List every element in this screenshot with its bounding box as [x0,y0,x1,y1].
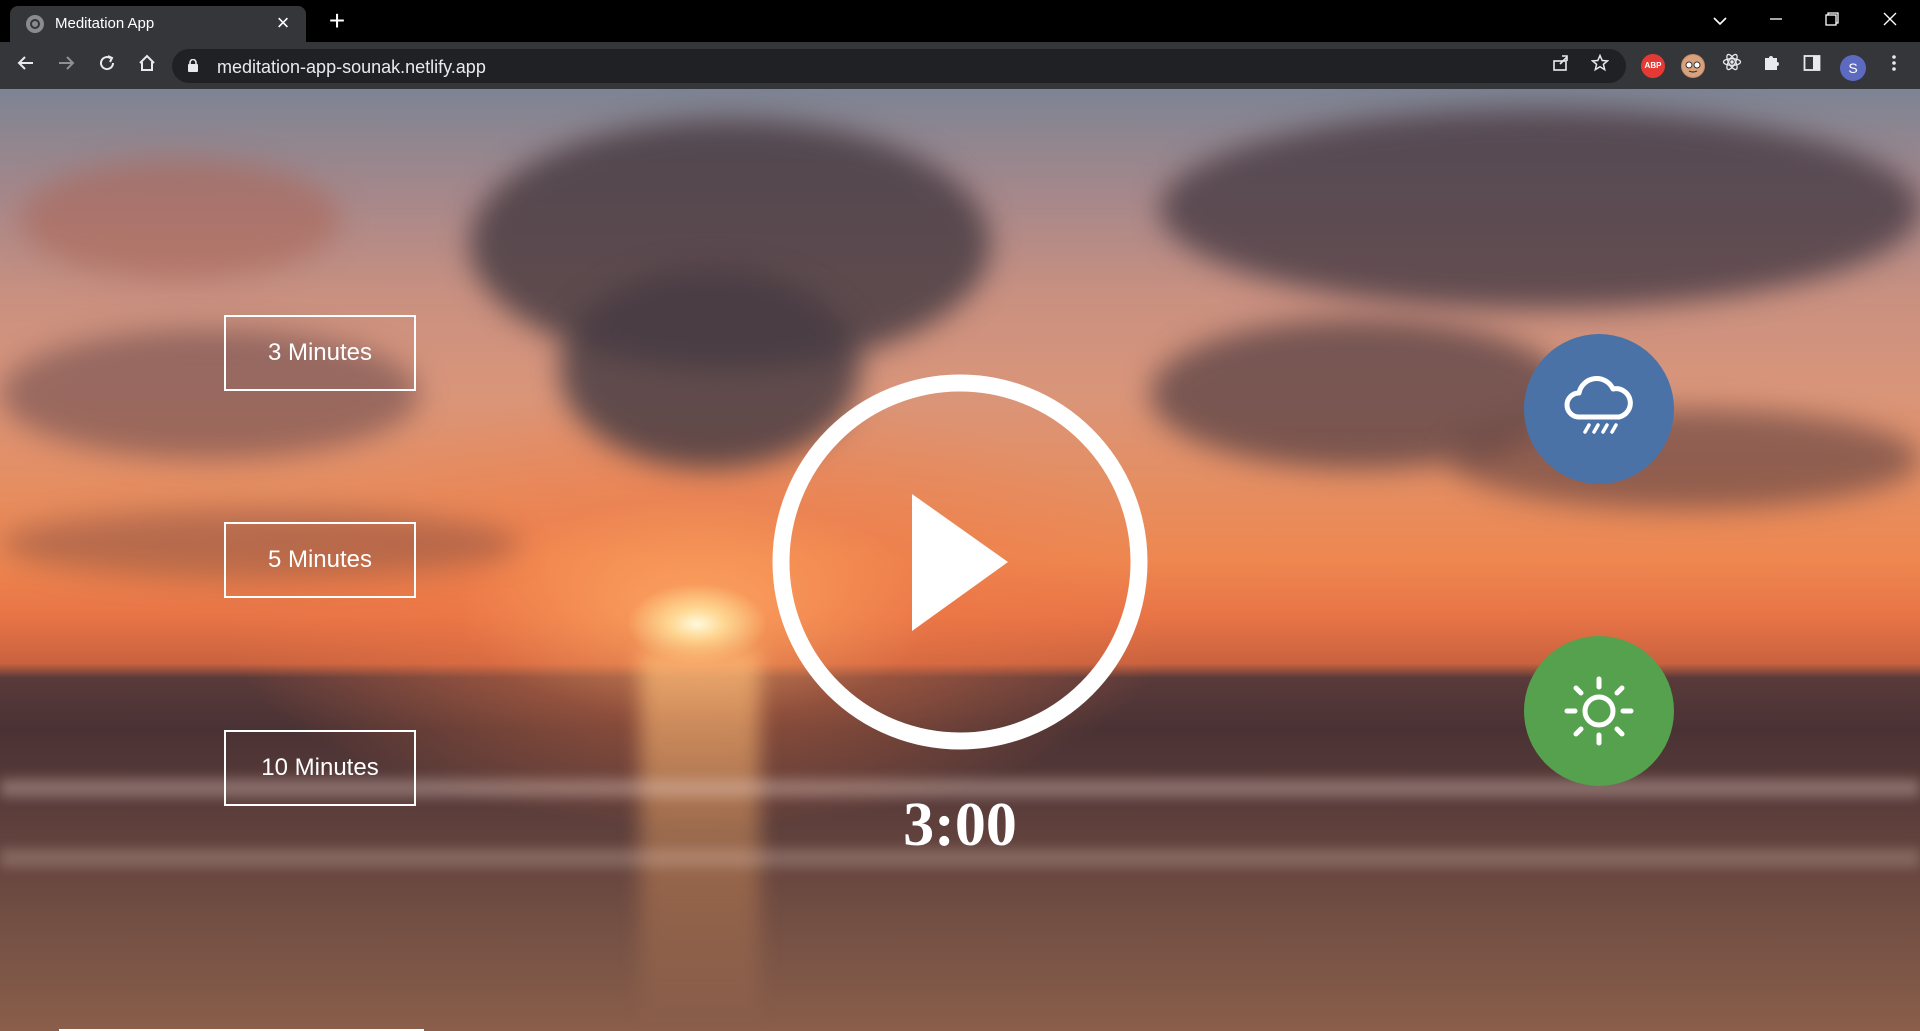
face-extension-icon[interactable] [1681,54,1705,78]
lock-icon[interactable] [188,59,198,72]
globe-icon [26,15,44,33]
meditation-page: 3 Minutes 5 Minutes 10 Minutes 3:00 [0,89,1920,1031]
cloud-shape [1160,109,1920,309]
sun-reflection [640,649,760,1029]
browser-tab[interactable]: Meditation App × [10,6,306,42]
tab-close-icon[interactable]: × [272,12,294,34]
time-5-minutes-button[interactable]: 5 Minutes [224,522,416,598]
browser-titlebar: Meditation App × + [0,0,1920,42]
play-button[interactable] [769,371,1151,753]
forward-icon[interactable] [50,50,82,82]
cloud-shape [20,159,340,279]
puzzle-extensions-icon[interactable] [1757,51,1787,81]
more-menu-icon[interactable] [1879,51,1909,81]
profile-avatar[interactable]: S [1840,55,1866,81]
tab-search-icon[interactable] [1700,4,1740,36]
play-icon [772,374,1148,750]
url-text[interactable]: meditation-app-sounak.netlify.app [217,57,486,78]
time-10-minutes-button[interactable]: 10 Minutes [224,730,416,806]
side-panel-icon[interactable] [1797,51,1827,81]
timer-display: 3:00 [903,791,1017,859]
cloud-shape [1450,409,1920,509]
adblock-icon[interactable]: ABP [1641,54,1665,78]
sun-icon [1564,676,1634,746]
beach-sound-button[interactable] [1524,636,1674,786]
address-bar[interactable]: meditation-app-sounak.netlify.app [172,49,1626,83]
tab-title: Meditation App [55,15,155,32]
cloud-rain-icon [1564,376,1633,434]
share-icon[interactable] [1548,53,1574,79]
home-icon[interactable] [131,50,163,82]
close-window-icon[interactable] [1870,4,1910,36]
time-3-minutes-button[interactable]: 3 Minutes [224,315,416,391]
react-devtools-icon[interactable] [1717,51,1747,81]
back-icon[interactable] [10,50,42,82]
new-tab-button[interactable]: + [324,7,350,35]
restore-icon[interactable] [1812,4,1852,36]
minimize-icon[interactable] [1756,4,1796,36]
reload-icon[interactable] [91,50,123,82]
bookmark-star-icon[interactable] [1587,53,1613,79]
rain-sound-button[interactable] [1524,334,1674,484]
browser-toolbar: meditation-app-sounak.netlify.app ABP S [0,42,1920,89]
